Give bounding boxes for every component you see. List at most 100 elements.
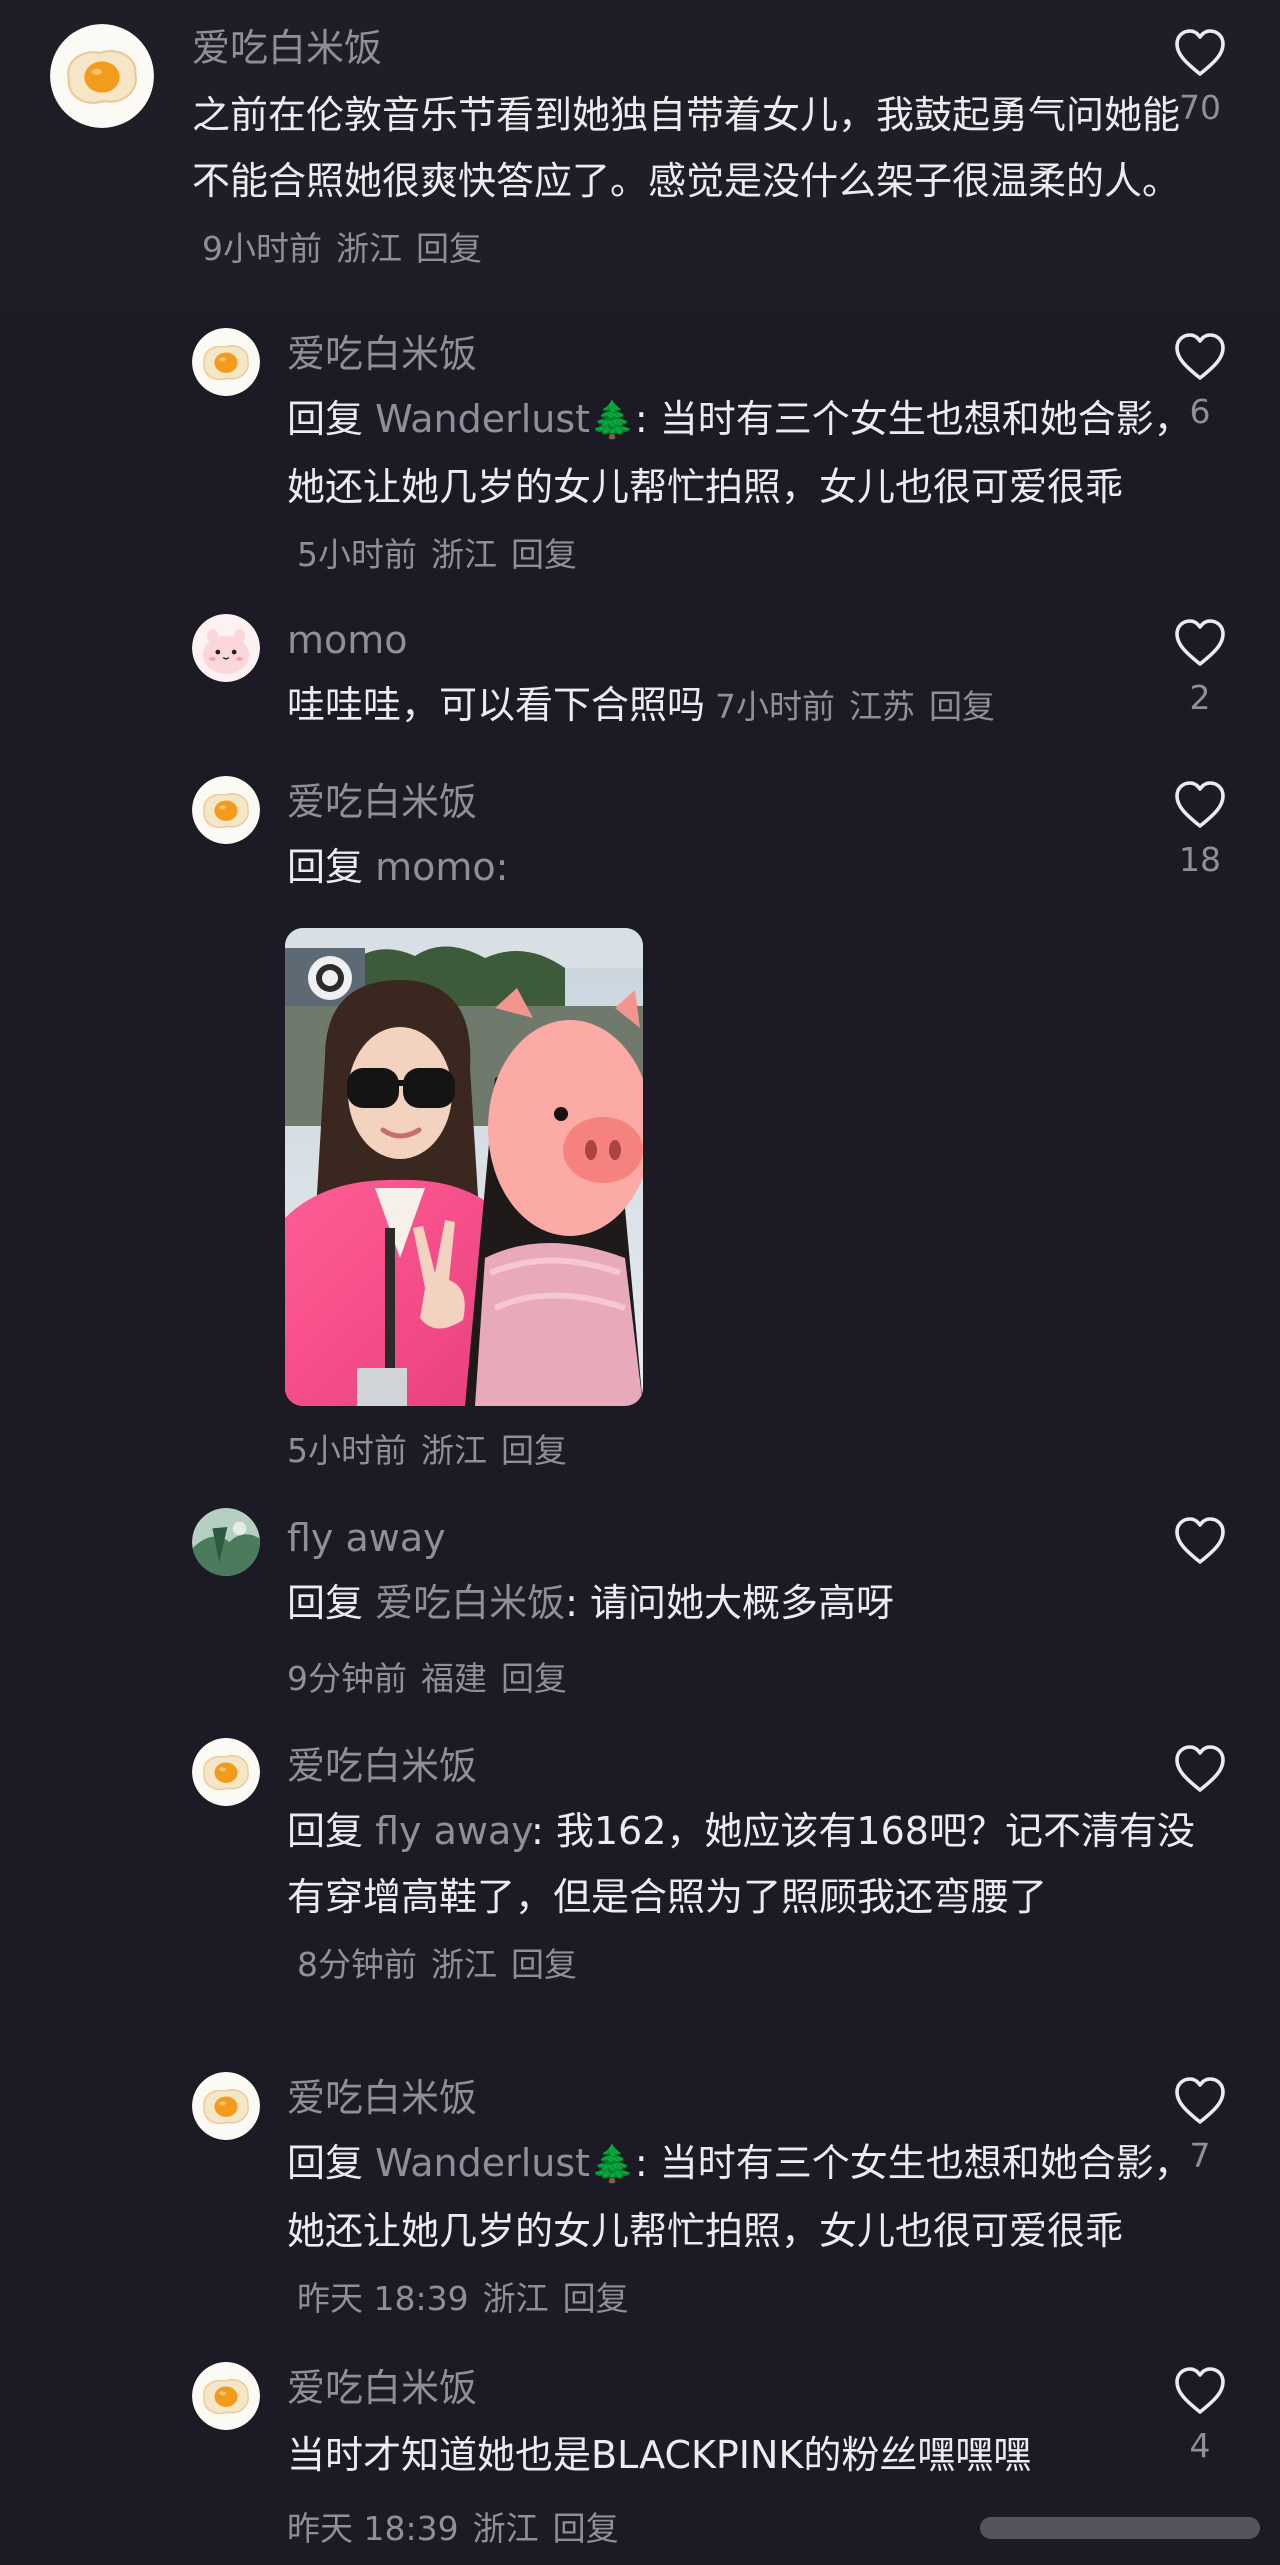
avatar-egg[interactable] [192,328,260,396]
reply-target-username[interactable]: Wanderlust [375,2141,590,2185]
reply-button[interactable]: 回复 [553,2509,619,2548]
reply-target-username[interactable]: Wanderlust [375,397,590,441]
reply-label: 回复 [287,397,364,441]
landscape-avatar-icon [192,1508,260,1576]
comment-location: 浙江 [431,535,497,574]
fried-egg-avatar-icon [50,24,154,128]
avatar-momo[interactable] [192,614,260,682]
like-control[interactable]: 70 [1120,28,1280,128]
comment-meta: 7小时前 江苏 回复 [715,687,995,726]
reply-button[interactable]: 回复 [416,229,482,268]
like-control[interactable]: 18 [1120,780,1280,880]
heart-outline-icon[interactable] [1173,780,1227,830]
heart-outline-icon[interactable] [1173,2076,1227,2126]
comment-username[interactable]: 爱吃白米饭 [287,2074,477,2122]
comment-body: 回复 Wanderlust🌲: 当时有三个女生也想和她合影，她还让她几岁的女儿帮… [287,2130,1227,2332]
comment-body: 回复 fly away: 我162，她应该有168吧？记不清有没有穿增高鞋了，但… [287,1798,1227,1998]
like-count: 2 [1189,678,1211,717]
comment-time: 9小时前 [202,229,322,268]
reply-label: 回复 [287,2141,364,2185]
reply-label: 回复 [287,1581,364,1625]
comment-time: 昨天 18:39 [297,2279,469,2318]
comment-username[interactable]: 爱吃白米饭 [287,778,477,826]
evergreen-tree-emoji-icon: 🌲 [590,2144,635,2185]
comment-time: 9分钟前 [287,1659,407,1698]
comment-meta: 昨天 18:39 浙江 回复 [297,2279,629,2318]
heart-outline-icon[interactable] [1173,28,1227,78]
comment-username[interactable]: 爱吃白米饭 [287,330,477,378]
comment-meta: 昨天 18:39 浙江 回复 [287,2502,619,2550]
reply-button[interactable]: 回复 [511,535,577,574]
like-count: 4 [1189,2426,1211,2465]
comment-time: 5小时前 [287,1431,407,1470]
heart-outline-icon[interactable] [1173,1516,1227,1566]
reply-label: 回复 [287,845,364,889]
comment-meta: 8分钟前 浙江 回复 [297,1945,577,1984]
avatar-egg[interactable] [192,1738,260,1806]
reply-label: 回复 [287,1809,364,1853]
avatar-egg[interactable] [50,24,154,128]
avatar-egg[interactable] [192,2362,260,2430]
like-control[interactable]: 7 [1120,2076,1280,2176]
comment-username[interactable]: 爱吃白米饭 [287,2364,477,2412]
comment-time: 8分钟前 [297,1945,417,1984]
heart-outline-icon[interactable] [1173,332,1227,382]
pink-blob-avatar-icon [192,614,260,682]
comment-location: 浙江 [421,1431,487,1470]
comment-meta: 5小时前 浙江 回复 [297,535,577,574]
photo-image [285,928,643,1406]
avatar-fly-away[interactable] [192,1508,260,1576]
reply-target-username[interactable]: 爱吃白米饭 [375,1581,565,1625]
comment-location: 浙江 [336,229,402,268]
avatar-egg[interactable] [192,776,260,844]
comment-text: 之前在伦敦音乐节看到她独自带着女儿，我鼓起勇气问她能不能合照她很爽快答应了。感觉… [192,93,1181,203]
comment-thread: 爱吃白米饭 之前在伦敦音乐节看到她独自带着女儿，我鼓起勇气问她能不能合照她很爽快… [0,0,1280,2565]
fried-egg-avatar-icon [192,776,260,844]
like-control[interactable] [1120,1516,1280,1576]
fried-egg-avatar-icon [192,2362,260,2430]
like-count: 6 [1189,392,1211,431]
heart-outline-icon[interactable] [1173,2366,1227,2416]
fried-egg-avatar-icon [192,1738,260,1806]
reply-target-username[interactable]: momo: [375,845,508,889]
comment-body: 当时才知道她也是BLACKPINK的粉丝嘿嘿嘿 [287,2422,1227,2488]
comment-time: 昨天 18:39 [287,2509,459,2548]
comment-body: 回复 Wanderlust🌲: 当时有三个女生也想和她合影，她还让她几岁的女儿帮… [287,386,1227,588]
like-count: 7 [1189,2136,1211,2175]
comment-location: 福建 [421,1659,487,1698]
heart-outline-icon[interactable] [1173,618,1227,668]
comment-location: 浙江 [431,1945,497,1984]
comment-body: 哇哇哇，可以看下合照吗 7小时前 江苏 回复 [287,672,1227,740]
reply-button[interactable]: 回复 [501,1431,567,1470]
comment-username[interactable]: 爱吃白米饭 [287,1742,477,1790]
comment-username[interactable]: fly away [287,1514,446,1562]
comment-meta: 5小时前 浙江 回复 [287,1424,567,1472]
fried-egg-avatar-icon [192,328,260,396]
like-count: 70 [1179,88,1221,127]
heart-outline-icon[interactable] [1173,1744,1227,1794]
like-control[interactable]: 4 [1120,2366,1280,2466]
reply-photo[interactable] [285,928,643,1406]
comment-text: 哇哇哇，可以看下合照吗 [287,683,706,727]
reply-button[interactable]: 回复 [929,687,995,726]
comment-time: 5小时前 [297,535,417,574]
avatar-egg[interactable] [192,2072,260,2140]
comment-location: 浙江 [472,2509,539,2548]
like-control[interactable]: 6 [1120,332,1280,432]
comment-time: 7小时前 [715,687,836,726]
comment-username[interactable]: 爱吃白米饭 [192,24,382,72]
like-control[interactable]: 2 [1120,618,1280,718]
reply-button[interactable]: 回复 [511,1945,577,1984]
comment-text: : 请问她大概多高呀 [565,1581,895,1625]
like-control[interactable] [1120,1744,1280,1804]
comment-meta: 9分钟前 福建 回复 [287,1652,567,1700]
reply-target-username[interactable]: fly away [375,1809,531,1853]
reply-button[interactable]: 回复 [501,1659,567,1698]
comment-meta: 9小时前 浙江 回复 [202,229,482,268]
reply-button[interactable]: 回复 [563,2279,629,2318]
watermark-graphic [980,2517,1260,2539]
like-count: 18 [1179,840,1221,879]
fried-egg-avatar-icon [192,2072,260,2140]
comment-username[interactable]: momo [287,616,408,664]
comment-location: 江苏 [849,687,916,726]
